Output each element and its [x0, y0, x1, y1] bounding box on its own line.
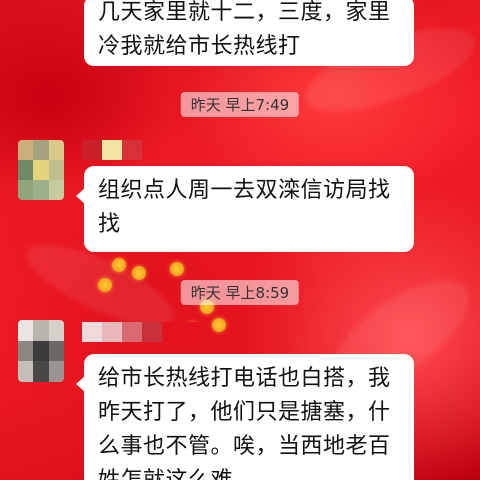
sender-name-blurred [82, 322, 202, 342]
avatar[interactable] [18, 140, 64, 200]
message-text-line: 找 [98, 212, 121, 237]
message-text-line: 给市长热线打电话也白搭，我 [98, 366, 391, 391]
message-bubble[interactable]: 给市长热线打电话也白搭，我 昨天打了，他们只是搪塞，什 么事也不管。唉，当西地老… [76, 354, 414, 480]
message-text-line: 冷我就给市长热线打 [98, 34, 301, 59]
timestamp: 昨天 早上8:59 [180, 280, 300, 305]
message-text-line: 么事也不管。唉，当西地老百 [98, 434, 391, 459]
message-text-line: 姓怎就这么难 [98, 464, 400, 480]
timestamp: 昨天 早上7:49 [180, 92, 300, 117]
message-bubble[interactable]: 组织点人周一去双滦信访局找 找 [76, 166, 414, 252]
avatar[interactable] [18, 320, 64, 382]
sender-name-blurred [82, 140, 142, 160]
message-text-line: 几天家里就十二，三度，家里 [98, 0, 391, 25]
message-text-line: 组织点人周一去双滦信访局找 [98, 178, 391, 203]
message-bubble[interactable]: 几天家里就十二，三度，家里 冷我就给市长热线打 [84, 0, 414, 66]
message-text-line: 昨天打了，他们只是搪塞，什 [98, 400, 391, 425]
